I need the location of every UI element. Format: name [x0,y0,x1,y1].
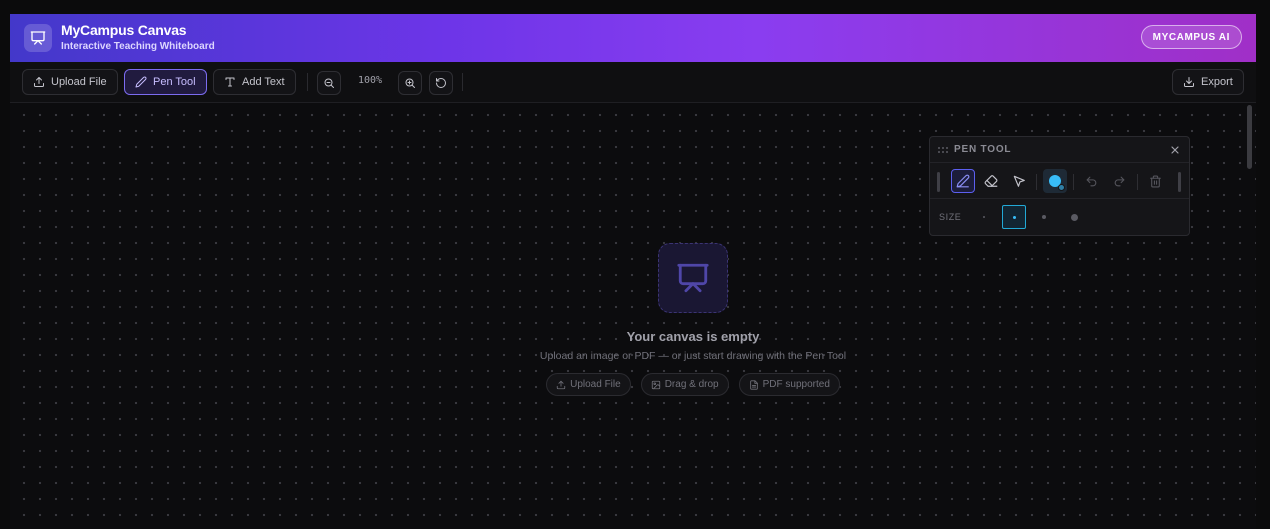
color-picker-button[interactable] [1043,169,1067,193]
empty-state-icon-box [658,243,728,313]
close-button[interactable] [1169,143,1181,161]
image-icon [651,380,660,389]
tools-divider [1073,174,1074,190]
size-dot [1012,215,1016,219]
empty-state-title: Your canvas is empty [626,329,760,344]
size-label: SIZE [939,212,962,222]
reset-icon [436,78,446,88]
pen-icon [956,174,970,188]
upload-file-label: Upload File [51,76,107,88]
zoom-level: 100% [357,75,383,86]
text-icon [225,77,235,87]
pen-tool-panel: PEN TOOL SIZE [929,136,1190,236]
app-logo [24,24,52,52]
pen-panel-tools [930,165,1189,199]
upload-icon [34,77,44,87]
add-text-button[interactable]: Add Text [213,69,296,95]
size-option-xs[interactable] [972,205,996,229]
chip-drag-drop: Drag & drop [640,373,729,396]
eraser-button[interactable] [979,169,1003,193]
presentation-icon [30,31,46,45]
file-icon [749,379,758,390]
chip-label: Drag & drop [664,379,719,390]
tools-divider [1137,174,1138,190]
redo-button[interactable] [1107,169,1131,193]
size-option-lg[interactable] [1062,205,1086,229]
app-title: MyCampus Canvas [61,22,187,38]
zoom-out-button[interactable] [317,71,341,95]
size-dot [1042,215,1046,219]
main-toolbar: Upload File Pen Tool Add Text 100% Expor… [10,62,1256,103]
chip-label: PDF supported [762,379,830,390]
size-option-md[interactable] [1032,205,1056,229]
pen-icon [135,76,147,88]
pointer-icon [1013,175,1025,187]
pen-panel-title: PEN TOOL [954,144,1012,155]
tools-scroll-handle-right[interactable] [1178,172,1181,192]
pen-panel-header[interactable]: PEN TOOL [930,137,1189,163]
empty-state: Your canvas is empty Upload an image or … [510,243,876,396]
trash-icon [1149,175,1161,187]
size-option-sm[interactable] [1002,205,1026,229]
add-text-label: Add Text [242,76,285,88]
chip-label: Upload File [570,379,621,390]
select-pointer-button[interactable] [1007,169,1031,193]
pen-tool-label: Pen Tool [153,76,196,88]
app-header: MyCampus Canvas Interactive Teaching Whi… [10,14,1256,62]
grip-icon[interactable] [938,146,948,153]
upload-icon [556,380,566,389]
redo-icon [1114,176,1124,186]
download-icon [1184,77,1194,87]
header-titles: MyCampus Canvas Interactive Teaching Whi… [61,22,215,54]
app-subtitle: Interactive Teaching Whiteboard [61,41,215,52]
pen-size-row: SIZE [930,203,1189,233]
zoom-out-icon [324,78,334,88]
tools-scroll-handle-left[interactable] [937,172,940,192]
presentation-icon [677,263,709,293]
chip-pdf-supported: PDF supported [738,373,840,396]
clear-canvas-button[interactable] [1143,169,1167,193]
app-root: MyCampus Canvas Interactive Teaching Whi… [10,14,1256,529]
close-icon [1171,146,1179,154]
size-dot [1070,213,1078,221]
undo-icon [1086,176,1096,186]
tools-divider [1036,174,1037,190]
upload-file-button[interactable]: Upload File [22,69,118,95]
mycampus-ai-button[interactable]: MYCAMPUS AI [1140,25,1242,49]
chip-upload-file[interactable]: Upload File [546,373,631,396]
zoom-in-icon [405,78,415,88]
color-edit-badge [1058,184,1065,191]
eraser-icon [984,175,998,187]
canvas-scrollbar[interactable] [1247,105,1252,169]
toolbar-divider [462,73,463,91]
size-dot [983,216,985,218]
empty-state-subtitle: Upload an image or PDF — or just start d… [539,350,847,362]
pen-mode-button[interactable] [951,169,975,193]
export-label: Export [1201,76,1233,88]
zoom-in-button[interactable] [398,71,422,95]
toolbar-divider [307,73,308,91]
undo-button[interactable] [1079,169,1103,193]
pen-tool-button[interactable]: Pen Tool [124,69,207,95]
export-button[interactable]: Export [1172,69,1244,95]
empty-state-chips: Upload File Drag & drop PDF supported [546,373,840,396]
reset-view-button[interactable] [429,71,453,95]
